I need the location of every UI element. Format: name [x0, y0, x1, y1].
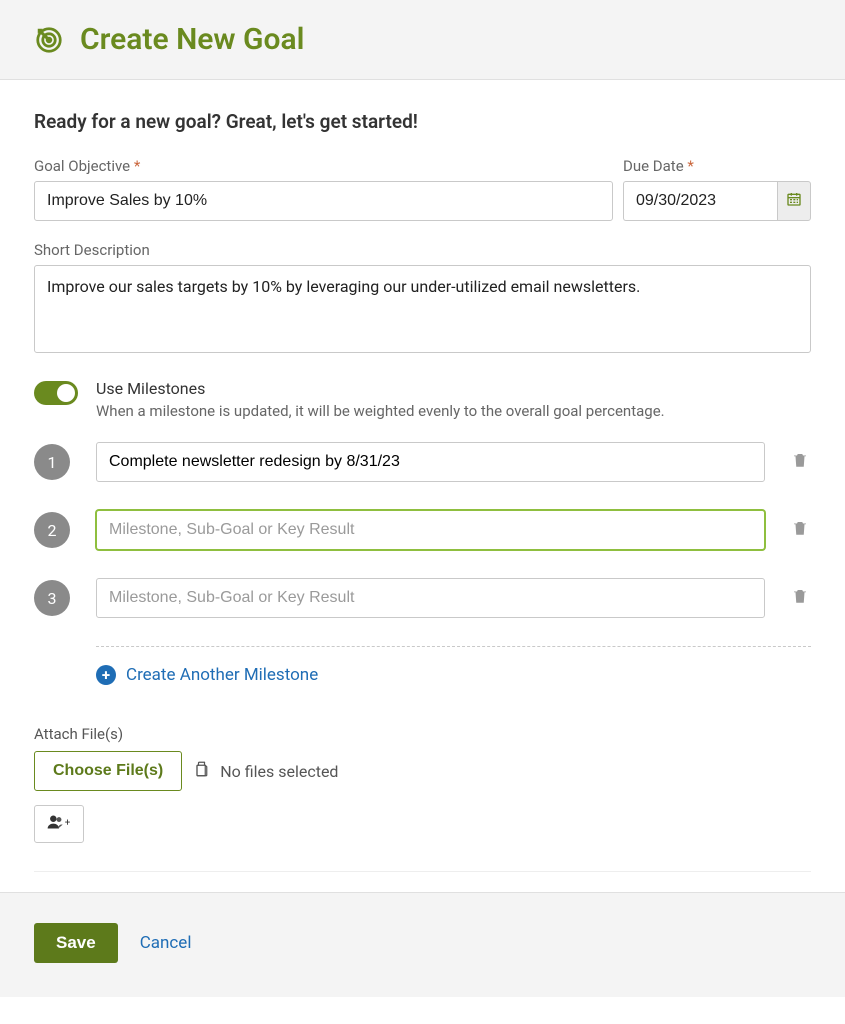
due-date-label: Due Date * [623, 157, 811, 175]
intro-text: Ready for a new goal? Great, let's get s… [34, 110, 811, 133]
cancel-button[interactable]: Cancel [140, 933, 192, 953]
toggle-label: Use Milestones [96, 379, 665, 398]
description-label: Short Description [34, 241, 811, 259]
people-plus-icon: + [46, 813, 72, 835]
save-button[interactable]: Save [34, 923, 118, 963]
milestone-input-2[interactable] [96, 510, 765, 550]
milestone-number: 1 [34, 444, 70, 480]
milestone-number: 3 [34, 580, 70, 616]
milestone-number: 2 [34, 512, 70, 548]
divider [96, 646, 811, 647]
milestone-input-1[interactable] [96, 442, 765, 482]
use-milestones-toggle[interactable] [34, 381, 78, 405]
attach-label: Attach File(s) [34, 725, 811, 743]
description-input[interactable] [34, 265, 811, 353]
add-milestone-button[interactable]: + Create Another Milestone [96, 665, 811, 685]
choose-files-button[interactable]: Choose File(s) [34, 751, 182, 791]
trash-icon[interactable] [791, 586, 811, 610]
milestone-input-3[interactable] [96, 578, 765, 618]
dialog-header: Create New Goal [0, 0, 845, 80]
target-icon [34, 25, 64, 55]
no-files-status: No files selected [194, 759, 338, 783]
milestone-row: 3 [34, 578, 811, 618]
add-milestone-label: Create Another Milestone [126, 665, 318, 685]
milestone-row: 2 [34, 510, 811, 550]
page-title: Create New Goal [80, 22, 304, 57]
svg-text:+: + [65, 817, 71, 828]
dialog-footer: Save Cancel [0, 892, 845, 997]
file-icon [194, 759, 212, 783]
plus-circle-icon: + [96, 665, 116, 685]
trash-icon[interactable] [791, 518, 811, 542]
divider [34, 871, 811, 872]
share-with-button[interactable]: + [34, 805, 84, 843]
due-date-input[interactable] [623, 181, 777, 221]
form-content: Ready for a new goal? Great, let's get s… [0, 80, 845, 892]
trash-icon[interactable] [791, 450, 811, 474]
toggle-description: When a milestone is updated, it will be … [96, 402, 665, 420]
calendar-icon [786, 191, 802, 211]
objective-input[interactable] [34, 181, 613, 221]
calendar-button[interactable] [777, 181, 811, 221]
objective-label: Goal Objective * [34, 157, 613, 175]
milestone-row: 1 [34, 442, 811, 482]
